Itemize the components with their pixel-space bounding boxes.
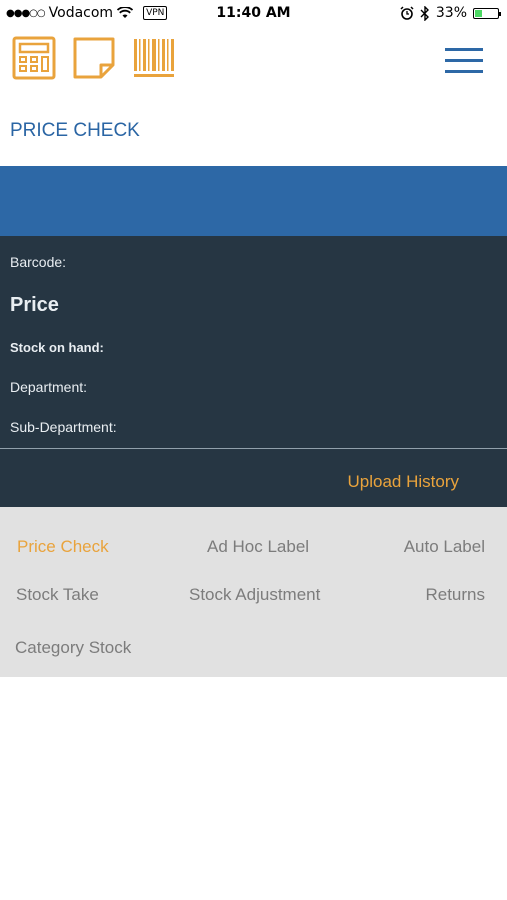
nav-item-returns[interactable]: Returns: [425, 585, 485, 605]
nav-item-category-stock[interactable]: Category Stock: [15, 638, 131, 658]
barcode-label: Barcode:: [10, 254, 67, 270]
menu-line: [445, 48, 483, 51]
nav-item-price-check[interactable]: Price Check: [17, 537, 109, 557]
toolbar: [12, 36, 176, 80]
battery-fill: [475, 9, 483, 17]
status-bar: ●●●○○ Vodacom VPN 11:40 AM 33%: [0, 0, 507, 28]
calculator-icon[interactable]: [12, 36, 56, 80]
battery-icon: [473, 7, 501, 19]
stock-on-hand-label: Stock on hand:: [10, 340, 104, 355]
page-title: PRICE CHECK: [10, 120, 140, 141]
note-icon[interactable]: [72, 36, 116, 80]
battery-percent: 33%: [435, 5, 467, 21]
hamburger-menu-icon[interactable]: [445, 48, 483, 76]
nav-item-stock-adjustment[interactable]: Stock Adjustment: [189, 585, 320, 605]
divider: [0, 448, 507, 449]
product-details-panel: Barcode: Price Stock on hand: Department…: [0, 236, 507, 507]
menu-line: [445, 59, 483, 62]
status-right: 33%: [400, 5, 501, 21]
department-label: Department:: [10, 379, 88, 395]
nav-item-stock-take[interactable]: Stock Take: [16, 585, 99, 605]
bluetooth-icon: [420, 5, 429, 21]
sub-department-label: Sub-Department:: [10, 419, 117, 435]
nav-item-ad-hoc-label[interactable]: Ad Hoc Label: [207, 537, 309, 557]
nav-item-auto-label[interactable]: Auto Label: [404, 537, 485, 557]
header-band: [0, 166, 507, 236]
menu-line: [445, 70, 483, 73]
upload-history-link[interactable]: Upload History: [348, 472, 460, 492]
alarm-icon: [400, 6, 414, 20]
barcode-icon[interactable]: [132, 36, 176, 80]
price-label: Price: [10, 294, 59, 316]
module-nav: Price Check Ad Hoc Label Auto Label Stoc…: [0, 507, 507, 677]
